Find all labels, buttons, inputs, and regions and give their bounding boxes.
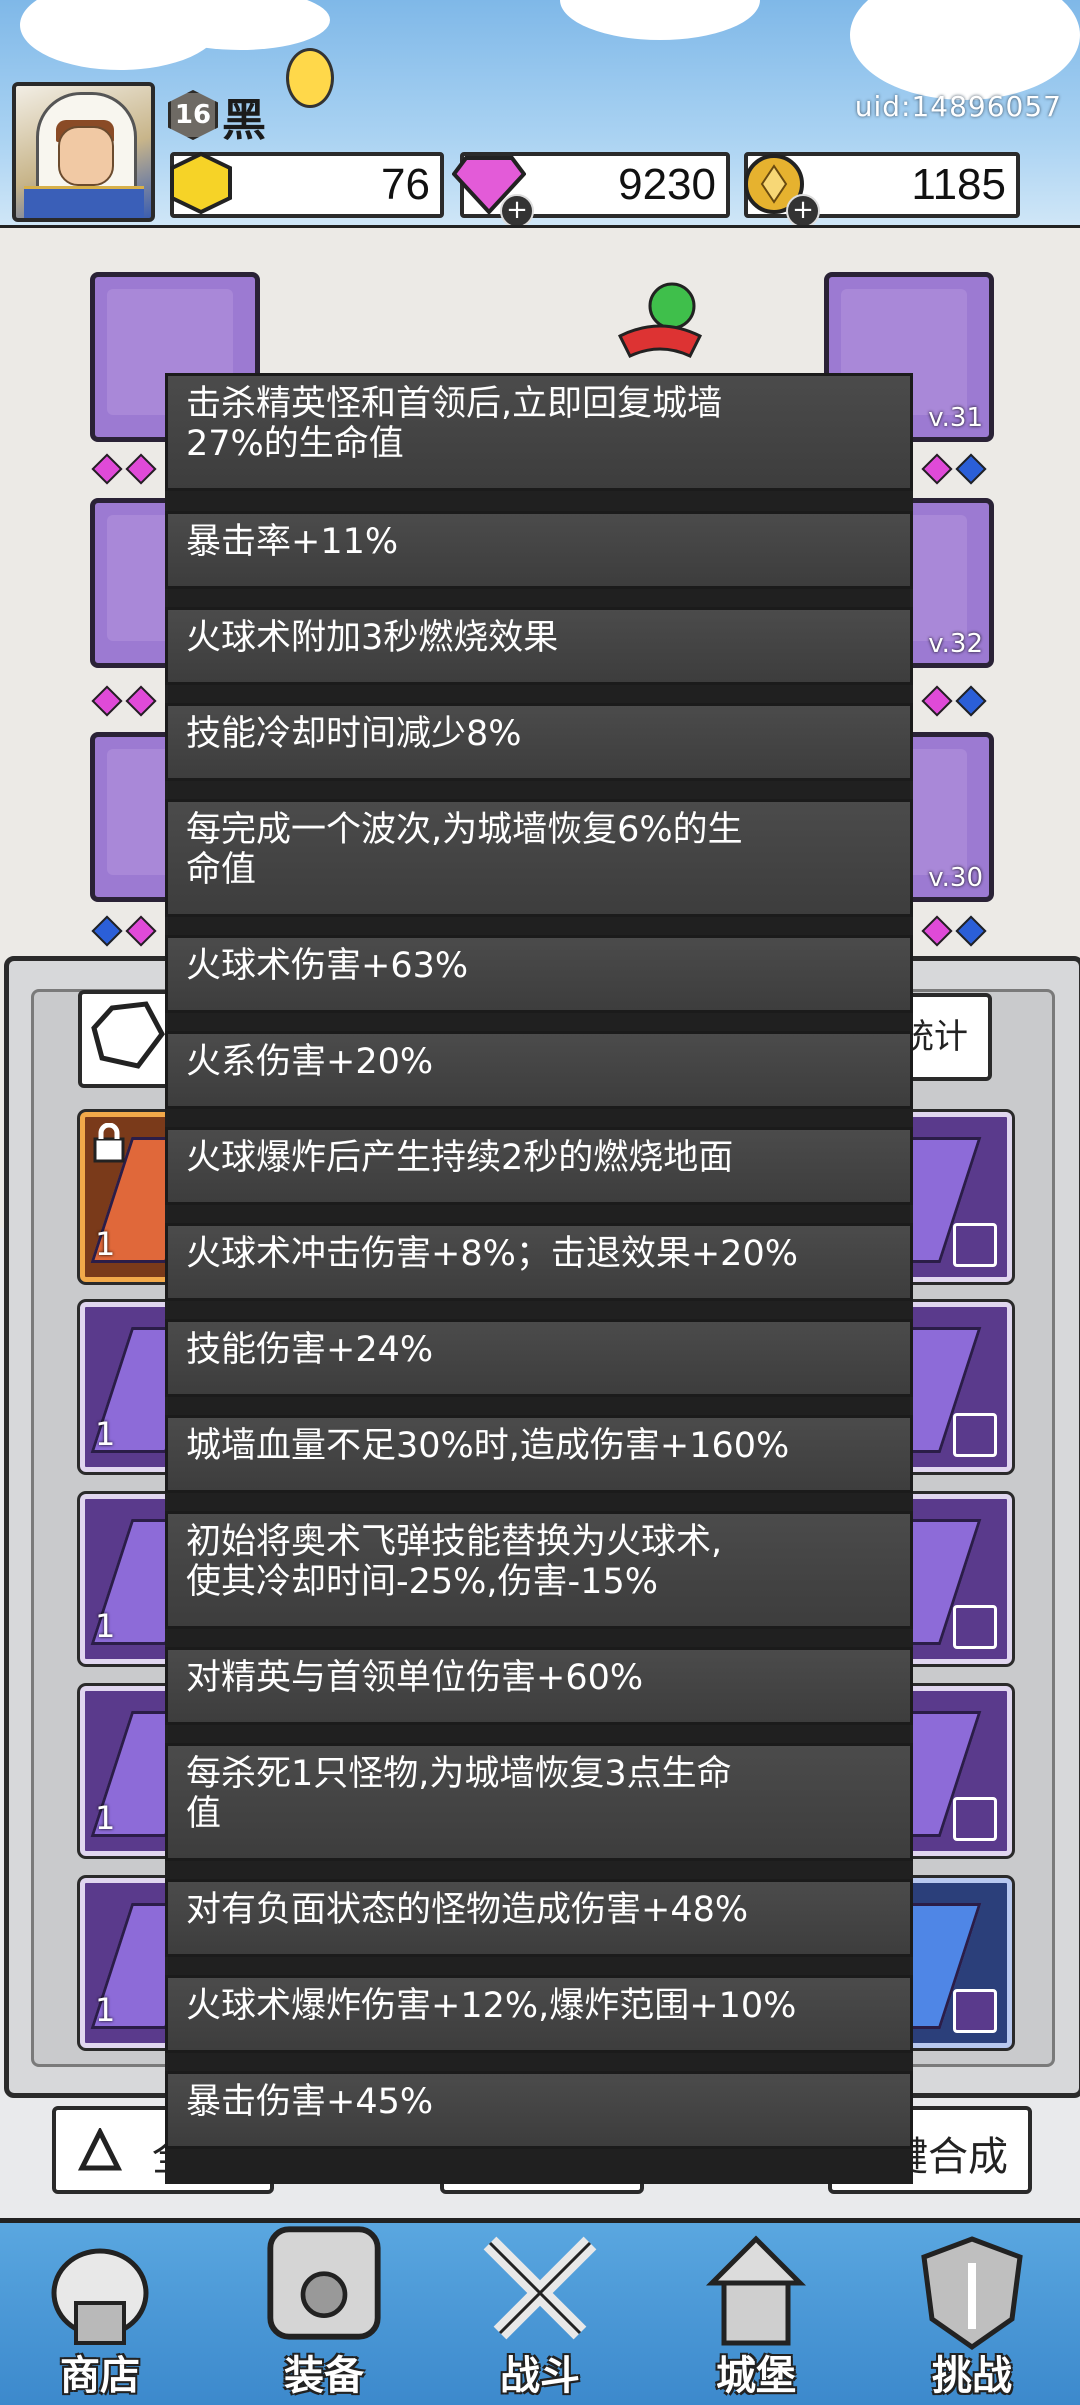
sun-decoration bbox=[286, 48, 334, 108]
skill-effect-item[interactable]: 火球爆炸后产生持续2秒的燃烧地面 bbox=[165, 1127, 913, 1205]
skill-effect-text: 火球爆炸后产生持续2秒的燃烧地面 bbox=[186, 1138, 734, 1178]
slot-type-icon bbox=[953, 1413, 997, 1457]
nav-castle-label: 城堡 bbox=[716, 2353, 796, 2399]
slot-type-icon bbox=[953, 1797, 997, 1841]
add-coin-button[interactable]: + bbox=[786, 194, 820, 225]
skill-effect-item[interactable]: 暴击伤害+45% bbox=[165, 2071, 913, 2149]
gem-row bbox=[90, 685, 158, 717]
skill-effect-text: 暴击率+11% bbox=[186, 522, 399, 562]
skill-effect-text: 初始将奥术飞弹技能替换为火球术, bbox=[186, 1522, 723, 1562]
gold-gem-value: 76 bbox=[381, 160, 430, 209]
castle-icon bbox=[705, 2235, 807, 2346]
skill-effect-item[interactable]: 初始将奥术飞弹技能替换为火球术, 使其冷却时间-25%,伤害-15% bbox=[165, 1511, 913, 1629]
nav-battle-label: 战斗 bbox=[500, 2353, 580, 2399]
skill-effect-text: 每完成一个波次,为城墙恢复6%的生 bbox=[186, 810, 743, 850]
nav-equipment[interactable]: 装备 bbox=[224, 2223, 424, 2405]
lock-icon bbox=[93, 1123, 125, 1163]
slot-type-icon bbox=[953, 1989, 997, 2033]
skill-effect-item[interactable]: 技能伤害+24% bbox=[165, 1319, 913, 1397]
gold-gem-icon bbox=[170, 151, 232, 215]
crystal-icon bbox=[91, 1001, 165, 1069]
cloud-decoration bbox=[560, 0, 760, 40]
skill-effect-text: 命值 bbox=[186, 850, 257, 890]
skill-effect-text: 火球术附加3秒燃烧效果 bbox=[186, 618, 559, 658]
skill-effect-item[interactable]: 火系伤害+20% bbox=[165, 1031, 913, 1109]
skill-effect-text: 对有负面状态的怪物造成伤害+48% bbox=[186, 1890, 749, 1930]
player-level-badge: 16 bbox=[168, 90, 218, 140]
skill-effect-item[interactable]: 火球术爆炸伤害+12%,爆炸范围+10% bbox=[165, 1975, 913, 2053]
skill-effect-item[interactable]: 每杀死1只怪物,为城墙恢复3点生命 值 bbox=[165, 1743, 913, 1861]
skill-effect-text: 火系伤害+20% bbox=[186, 1042, 434, 1082]
slot-type-icon bbox=[953, 1605, 997, 1649]
skill-effect-text: 技能伤害+24% bbox=[186, 1330, 434, 1370]
nav-challenge[interactable]: 挑战 bbox=[872, 2223, 1072, 2405]
gem-row bbox=[90, 453, 158, 485]
skill-effect-item[interactable]: 对有负面状态的怪物造成伤害+48% bbox=[165, 1879, 913, 1957]
player-uid: uid:14896057 bbox=[854, 90, 1062, 123]
slot-type-icon bbox=[953, 1223, 997, 1267]
nav-castle[interactable]: 城堡 bbox=[656, 2223, 856, 2405]
skill-effect-text: 使其冷却时间-25%,伤害-15% bbox=[186, 1562, 658, 1602]
card-count: 1 bbox=[95, 1415, 116, 1453]
skill-effect-text: 火球术爆炸伤害+12%,爆炸范围+10% bbox=[186, 1986, 797, 2026]
diamond-value: 9230 bbox=[618, 160, 716, 209]
nav-equipment-label: 装备 bbox=[284, 2353, 364, 2399]
skill-effect-text: 火球术伤害+63% bbox=[186, 946, 469, 986]
card-count: 1 bbox=[95, 1991, 116, 2029]
skill-effect-text: 击杀精英怪和首领后,立即回复城墙 bbox=[186, 384, 723, 424]
slot-level: v.31 bbox=[928, 403, 983, 433]
skill-effect-item[interactable]: 对精英与首领单位伤害+60% bbox=[165, 1647, 913, 1725]
skill-effect-text: 值 bbox=[186, 1794, 222, 1834]
christmas-ornament-icon bbox=[617, 282, 703, 358]
skill-effect-item[interactable]: 击杀精英怪和首领后,立即回复城墙 27%的生命值 bbox=[165, 373, 913, 491]
skill-effect-item[interactable]: 火球术伤害+63% bbox=[165, 935, 913, 1013]
skill-effect-text: 每杀死1只怪物,为城墙恢复3点生命 bbox=[186, 1754, 732, 1794]
skill-effect-text: 城墙血量不足30%时,造成伤害+160% bbox=[186, 1426, 790, 1466]
triangle-up-icon bbox=[78, 2128, 122, 2171]
skill-effect-item[interactable]: 火球术冲击伤害+8%；击退效果+20% bbox=[165, 1223, 913, 1301]
gem-row bbox=[90, 915, 158, 947]
gem-row bbox=[920, 915, 988, 947]
slot-level: v.30 bbox=[928, 863, 983, 893]
battle-icon bbox=[483, 2236, 597, 2340]
skill-effect-item[interactable]: 暴击率+11% bbox=[165, 511, 913, 589]
skill-effect-item[interactable]: 每完成一个波次,为城墙恢复6%的生 命值 bbox=[165, 799, 913, 917]
card-count: 1 bbox=[95, 1607, 116, 1645]
gem-row bbox=[920, 685, 988, 717]
coin-value: 1185 bbox=[911, 160, 1006, 209]
skill-effect-text: 27%的生命值 bbox=[186, 424, 404, 464]
skill-effect-item[interactable]: 火球术附加3秒燃烧效果 bbox=[165, 607, 913, 685]
skill-effect-text: 暴击伤害+45% bbox=[186, 2082, 434, 2122]
skill-effect-item[interactable]: 城墙血量不足30%时,造成伤害+160% bbox=[165, 1415, 913, 1493]
gem-row bbox=[920, 453, 988, 485]
card-count: 1 bbox=[95, 1225, 116, 1263]
cloud-decoration bbox=[850, 0, 1080, 100]
skill-effect-text: 对精英与首领单位伤害+60% bbox=[186, 1658, 644, 1698]
nav-battle[interactable]: 战斗 bbox=[440, 2223, 640, 2405]
nav-shop[interactable]: 商店 bbox=[0, 2223, 200, 2405]
nav-challenge-label: 挑战 bbox=[932, 2353, 1012, 2399]
player-avatar[interactable] bbox=[12, 82, 155, 222]
equipment-icon bbox=[267, 2226, 381, 2340]
slot-level: v.32 bbox=[928, 629, 983, 659]
shop-icon bbox=[51, 2248, 149, 2345]
nav-shop-label: 商店 bbox=[60, 2353, 140, 2399]
top-header: 16 黑 uid:14896057 76 9230 + 1185 + bbox=[0, 0, 1080, 230]
skill-effect-text: 火球术冲击伤害+8%；击退效果+20% bbox=[186, 1234, 798, 1274]
bottom-navigation: 商店 装备 战斗 城堡 挑战 bbox=[0, 2218, 1080, 2405]
add-diamond-button[interactable]: + bbox=[500, 194, 534, 225]
card-count: 1 bbox=[95, 1799, 116, 1837]
challenge-icon bbox=[921, 2236, 1023, 2351]
skill-effects-list[interactable]: 击杀精英怪和首领后,立即回复城墙 27%的生命值 暴击率+11% 火球术附加3秒… bbox=[165, 373, 913, 2184]
skill-effect-item[interactable]: 技能冷却时间减少8% bbox=[165, 703, 913, 781]
player-name: 黑 bbox=[222, 95, 266, 146]
skill-effect-text: 技能冷却时间减少8% bbox=[186, 714, 522, 754]
